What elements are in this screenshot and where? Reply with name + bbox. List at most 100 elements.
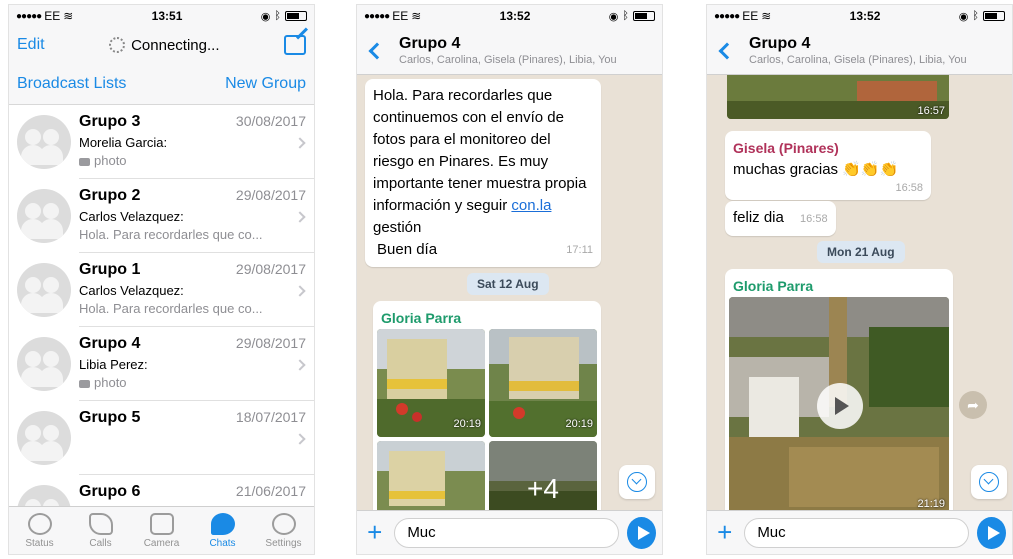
photo-thumbnail[interactable]: 20:19 bbox=[489, 329, 597, 437]
photo-message: Gloria Parra 20:19 20:19 +4 bbox=[373, 301, 601, 510]
clock: 13:52 bbox=[849, 9, 881, 23]
video-thumbnail[interactable]: 21:19 bbox=[729, 297, 949, 510]
avatar-head bbox=[43, 203, 59, 219]
message-link[interactable]: con.la bbox=[511, 197, 551, 214]
tab-calls[interactable]: Calls bbox=[70, 507, 131, 554]
avatar-body bbox=[39, 219, 63, 239]
tab-camera[interactable]: Camera bbox=[131, 507, 192, 554]
chat-info[interactable]: Grupo 4 Carlos, Carolina, Gisela (Pinare… bbox=[749, 35, 967, 66]
message-time: 16:58 bbox=[800, 213, 828, 225]
chat-row-top: Grupo 2 29/08/2017 bbox=[79, 187, 306, 205]
message-input[interactable] bbox=[744, 517, 970, 548]
attach-plus-icon[interactable]: + bbox=[713, 517, 736, 548]
back-arrow-icon[interactable] bbox=[718, 42, 736, 59]
chat-row[interactable]: Grupo 4 29/08/2017 Libia Perez: photo bbox=[9, 327, 314, 401]
photo-thumbnail[interactable] bbox=[377, 441, 485, 510]
alarm-icon: ◉ bbox=[260, 10, 271, 23]
chat-row[interactable]: Grupo 2 29/08/2017 Carlos Velazquez: Hola. … bbox=[9, 179, 314, 253]
chat-name: Grupo 5 bbox=[79, 409, 141, 426]
bluetooth-icon: ᛒ bbox=[622, 10, 629, 22]
status-bar: ●●●●● EE ≋ 13:52 ◉ ᛒ bbox=[707, 5, 1012, 27]
chat-date: 29/08/2017 bbox=[235, 187, 306, 203]
avatar-body bbox=[39, 441, 63, 461]
nav-bar: Edit Connecting... bbox=[9, 27, 314, 63]
chat-preview: Hola. Para recordarles que co... bbox=[79, 227, 306, 242]
message-sender: Gloria Parra bbox=[733, 278, 814, 294]
gear-icon bbox=[271, 512, 296, 535]
photo-thumbnail[interactable]: +4 bbox=[489, 441, 597, 510]
chevron-down-icon bbox=[979, 472, 999, 492]
chat-row-content: Grupo 4 29/08/2017 Libia Perez: photo bbox=[79, 327, 314, 401]
compose-icon[interactable] bbox=[284, 35, 306, 55]
chat-participants: Carlos, Carolina, Gisela (Pinares), Libi… bbox=[399, 54, 617, 66]
clock: 13:51 bbox=[151, 9, 183, 23]
chat-title: Grupo 4 bbox=[399, 35, 461, 52]
tab-settings[interactable]: Settings bbox=[253, 507, 314, 554]
message-sender: Gisela (Pinares) bbox=[733, 140, 839, 156]
chat-name: Grupo 3 bbox=[79, 113, 141, 130]
tab-bar: Status Calls Camera Chats Settings bbox=[9, 506, 314, 554]
chat-preview-text: Hola. Para recordarles que co... bbox=[79, 227, 263, 242]
chat-bubbles-icon bbox=[210, 512, 235, 535]
signal-icon: ●●●●● bbox=[16, 10, 42, 22]
avatar-body bbox=[39, 145, 63, 165]
chat-row-top: Grupo 6 21/06/2017 bbox=[79, 483, 306, 501]
scroll-down-button[interactable] bbox=[971, 465, 1007, 499]
tab-chats[interactable]: Chats bbox=[192, 507, 253, 554]
avatar-head bbox=[25, 425, 41, 441]
group-avatar-icon bbox=[17, 115, 71, 169]
list-actions-bar: Broadcast Lists New Group bbox=[9, 63, 314, 105]
avatar-body bbox=[39, 293, 63, 313]
wifi-icon: ≋ bbox=[761, 9, 772, 23]
chat-preview-text: Hola. Para recordarles que co... bbox=[79, 301, 263, 316]
chat-row[interactable]: Grupo 1 29/08/2017 Carlos Velazquez: Hola. … bbox=[9, 253, 314, 327]
chat-row[interactable]: Grupo 3 30/08/2017 Morelia Garcia: photo bbox=[9, 105, 314, 179]
chat-row-top: Grupo 3 30/08/2017 bbox=[79, 113, 306, 131]
play-icon[interactable] bbox=[817, 383, 863, 429]
new-group-button[interactable]: New Group bbox=[225, 75, 306, 93]
photo-thumbnail[interactable]: 16:57 bbox=[727, 75, 949, 119]
chat-date: 21/06/2017 bbox=[235, 483, 306, 499]
clock: 13:52 bbox=[499, 9, 531, 23]
send-button[interactable] bbox=[627, 516, 656, 549]
message-bubble: Gisela (Pinares) muchas gracias 👏👏👏 16:5… bbox=[725, 131, 931, 200]
chevron-down-icon bbox=[627, 472, 647, 492]
camera-icon bbox=[149, 512, 174, 535]
chat-info[interactable]: Grupo 4 Carlos, Carolina, Gisela (Pinare… bbox=[399, 35, 617, 66]
group-avatar-icon bbox=[17, 263, 71, 317]
status-bar: ●●●●● EE ≋ 13:52 ◉ ᛒ bbox=[357, 5, 662, 27]
battery-icon bbox=[632, 11, 655, 21]
chat-title: Grupo 4 bbox=[749, 35, 811, 52]
edit-button[interactable]: Edit bbox=[17, 36, 45, 54]
photo-thumbnail[interactable]: 20:19 bbox=[377, 329, 485, 437]
chat-preview-text: photo bbox=[94, 153, 127, 168]
bluetooth-icon: ᛒ bbox=[274, 10, 281, 22]
back-arrow-icon[interactable] bbox=[368, 42, 386, 59]
broadcast-lists-button[interactable]: Broadcast Lists bbox=[17, 75, 126, 93]
photo-time: 20:19 bbox=[565, 418, 593, 430]
connecting-label: Connecting... bbox=[131, 36, 220, 54]
message-text-tail: gestión bbox=[373, 219, 422, 236]
send-button[interactable] bbox=[977, 516, 1006, 549]
status-icon bbox=[27, 512, 52, 535]
chat-date: 29/08/2017 bbox=[235, 261, 306, 277]
chat-row[interactable]: Grupo 5 18/07/2017 bbox=[9, 401, 314, 475]
chat-preview: photo bbox=[79, 153, 306, 168]
chat-name: Grupo 6 bbox=[79, 483, 141, 500]
tab-label: Camera bbox=[143, 537, 180, 549]
wifi-icon: ≋ bbox=[411, 9, 422, 23]
photo-time: 20:19 bbox=[453, 418, 481, 430]
attach-plus-icon[interactable]: + bbox=[363, 517, 386, 548]
scroll-down-button[interactable] bbox=[619, 465, 655, 499]
forward-icon[interactable]: ➦ bbox=[959, 391, 987, 419]
chat-header: Grupo 4 Carlos, Carolina, Gisela (Pinare… bbox=[357, 27, 662, 75]
tab-label: Chats bbox=[209, 537, 236, 549]
message-input[interactable] bbox=[394, 517, 620, 548]
chat-row-top: Grupo 5 18/07/2017 bbox=[79, 409, 306, 427]
chat-last-sender: Libia Perez: bbox=[79, 357, 148, 372]
avatar-head bbox=[25, 129, 41, 145]
tab-status[interactable]: Status bbox=[9, 507, 70, 554]
chat-row-content: Grupo 1 29/08/2017 Carlos Velazquez: Hola. … bbox=[79, 253, 314, 327]
chat-date: 30/08/2017 bbox=[235, 113, 306, 129]
chat-last-sender: Carlos Velazquez: bbox=[79, 283, 184, 298]
